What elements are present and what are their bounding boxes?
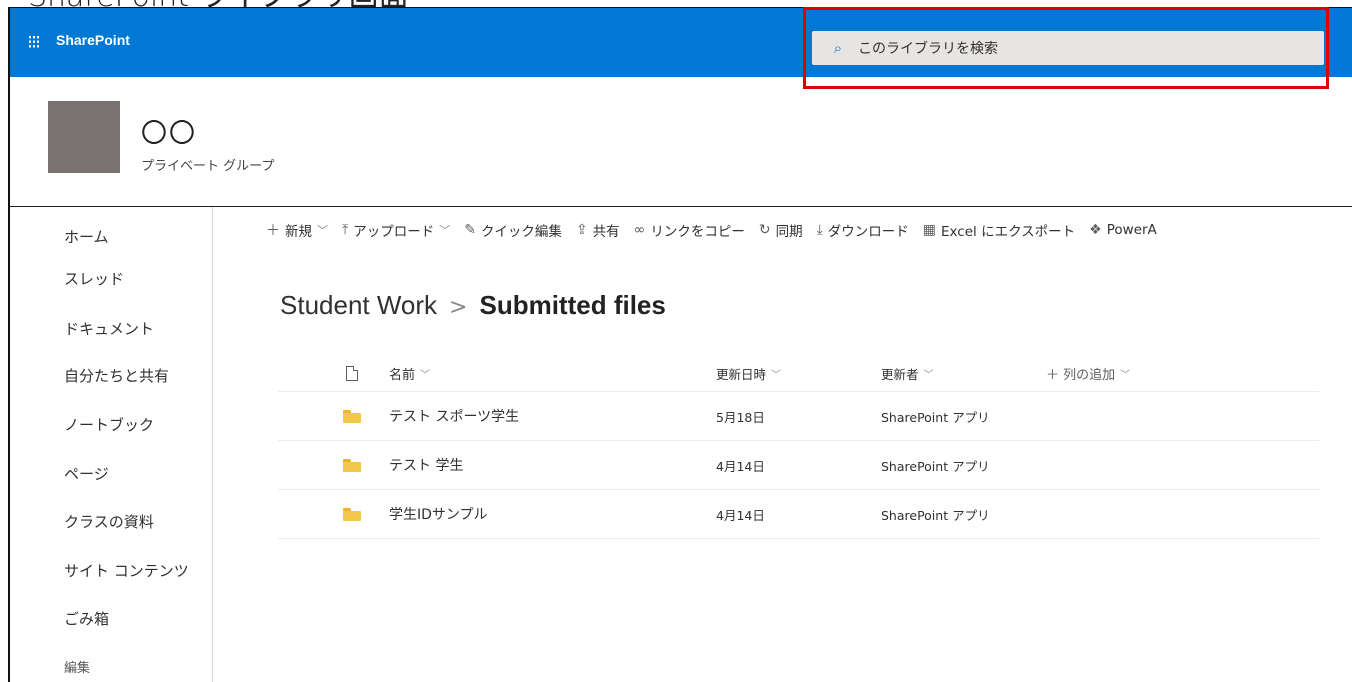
site-subtitle: プライベート グループ: [141, 159, 275, 174]
export-excel-label: Excel にエクスポート: [941, 224, 1076, 240]
power-apps-icon: ❖: [1089, 222, 1102, 238]
breadcrumb-separator: >: [449, 295, 468, 320]
copy-link-button[interactable]: ∞ リンクをコピー: [634, 220, 745, 240]
file-list: 名前 ﹀ 更新日時 ﹀ 更新者 ﹀ ＋ 列の追加 ﹀ テスト スポーツ学生 5月18日 …: [278, 356, 1319, 539]
breadcrumb: Student Work > Submitted files: [280, 290, 666, 321]
chevron-down-icon: ﹀: [1120, 370, 1131, 381]
plus-icon: ＋: [1046, 368, 1064, 383]
chevron-down-icon: ﹀: [771, 370, 782, 381]
chevron-down-icon: ﹀: [420, 370, 431, 381]
copy-link-label: リンクをコピー: [650, 224, 745, 240]
suite-bar: ⁝⁝⁝ SharePoint ⌕ このライブラリを検索: [10, 8, 1352, 77]
search-icon: ⌕: [833, 39, 843, 57]
modified-date: 4月14日: [716, 507, 765, 523]
sync-icon: ↻: [758, 222, 771, 238]
share-icon: ⇪: [575, 222, 588, 238]
file-name-link[interactable]: テスト 学生: [389, 441, 463, 489]
nav-item-threads[interactable]: スレッド: [64, 268, 124, 289]
nav-item-edit[interactable]: 編集: [64, 657, 90, 676]
site-title[interactable]: 〇〇: [141, 113, 197, 150]
column-header-modified[interactable]: 更新日時 ﹀: [716, 356, 781, 391]
nav-item-site-contents[interactable]: サイト コンテンツ: [64, 560, 189, 581]
nav-item-documents[interactable]: ドキュメント: [64, 318, 154, 339]
breadcrumb-current: Submitted files: [479, 290, 666, 320]
column-modified-label: 更新日時: [716, 367, 767, 382]
breadcrumb-parent-link[interactable]: Student Work: [280, 290, 437, 321]
download-label: ダウンロード: [827, 224, 909, 240]
table-row[interactable]: 学生IDサンプル 4月14日 SharePoint アプリ: [278, 490, 1319, 539]
export-excel-button[interactable]: ▦ Excel にエクスポート: [923, 220, 1075, 240]
add-column-button[interactable]: ＋ 列の追加 ﹀: [1046, 356, 1130, 391]
file-type-header[interactable]: [342, 356, 362, 391]
site-header: [10, 77, 1352, 207]
modified-date: 5月18日: [716, 409, 765, 425]
table-row[interactable]: テスト スポーツ学生 5月18日 SharePoint アプリ: [278, 392, 1319, 441]
folder-icon-cell: [342, 441, 362, 489]
command-bar: ＋ 新規 ﹀ ⤒ アップロード ﹀ ✎ クイック編集 ⇪ 共有 ∞ リンクをコピー ↻ 同期 ⤓…: [266, 218, 1352, 242]
nav-item-class-materials[interactable]: クラスの資料: [64, 511, 154, 532]
nav-item-home[interactable]: ホーム: [64, 226, 109, 247]
add-column-label: 列の追加: [1063, 368, 1116, 383]
modified-by: SharePoint アプリ: [881, 507, 990, 523]
document-icon: [346, 366, 358, 381]
column-name-label: 名前: [389, 368, 416, 383]
power-apps-button[interactable]: ❖ PowerA: [1089, 222, 1157, 238]
link-icon: ∞: [633, 222, 646, 238]
quick-edit-label: クイック編集: [480, 224, 562, 240]
nav-item-shared-with-us[interactable]: 自分たちと共有: [64, 365, 169, 386]
sync-button[interactable]: ↻ 同期: [759, 220, 803, 240]
table-row[interactable]: テスト 学生 4月14日 SharePoint アプリ: [278, 441, 1319, 490]
list-header: 名前 ﹀ 更新日時 ﹀ 更新者 ﹀ ＋ 列の追加 ﹀: [278, 356, 1319, 392]
upload-icon: ⤒: [342, 222, 349, 238]
download-button[interactable]: ⤓ ダウンロード: [817, 220, 909, 240]
modified-by: SharePoint アプリ: [881, 409, 990, 425]
excel-icon: ▦: [922, 222, 937, 238]
site-logo[interactable]: [48, 101, 120, 173]
share-label: 共有: [592, 224, 620, 240]
chevron-down-icon: ﹀: [317, 224, 328, 237]
nav-item-recycle-bin[interactable]: ごみ箱: [64, 608, 109, 629]
file-name-link[interactable]: テスト スポーツ学生: [389, 392, 519, 440]
search-placeholder: このライブラリを検索: [858, 41, 998, 57]
plus-icon: ＋: [266, 223, 280, 239]
power-apps-label: PowerA: [1106, 222, 1157, 238]
column-header-name[interactable]: 名前 ﹀: [389, 356, 430, 391]
quick-edit-button[interactable]: ✎ クイック編集: [464, 220, 562, 240]
download-icon: ⤓: [816, 222, 823, 238]
modified-date: 4月14日: [716, 458, 765, 474]
folder-icon: [343, 409, 361, 423]
chevron-down-icon: ﹀: [923, 370, 934, 381]
brand-name[interactable]: SharePoint: [56, 32, 130, 48]
chevron-down-icon: ﹀: [439, 224, 451, 237]
search-input[interactable]: ⌕ このライブラリを検索: [812, 31, 1324, 65]
column-modified-by-label: 更新者: [881, 367, 919, 382]
waffle-icon[interactable]: ⁝⁝⁝: [21, 30, 45, 54]
share-button[interactable]: ⇪ 共有: [576, 220, 620, 240]
folder-icon: [343, 458, 361, 472]
sync-label: 同期: [775, 224, 803, 240]
folder-icon-cell: [342, 392, 362, 440]
pencil-icon: ✎: [464, 222, 476, 238]
nav-item-pages[interactable]: ページ: [64, 463, 109, 484]
upload-label: アップロード: [353, 224, 435, 240]
folder-icon: [343, 507, 361, 521]
column-header-modified-by[interactable]: 更新者 ﹀: [881, 356, 934, 391]
file-name-link[interactable]: 学生IDサンプル: [389, 490, 488, 538]
new-button[interactable]: ＋ 新規 ﹀: [266, 220, 328, 240]
left-nav: ホーム スレッド ドキュメント 自分たちと共有 ノートブック ページ クラスの資…: [10, 207, 213, 682]
new-label: 新規: [285, 224, 312, 240]
folder-icon-cell: [342, 490, 362, 538]
upload-button[interactable]: ⤒ アップロード ﹀: [342, 220, 450, 240]
sharepoint-window: ⁝⁝⁝ SharePoint ⌕ このライブラリを検索 〇〇 プライベート グル…: [8, 7, 1352, 682]
nav-item-notebook[interactable]: ノートブック: [64, 414, 154, 435]
modified-by: SharePoint アプリ: [881, 458, 990, 474]
